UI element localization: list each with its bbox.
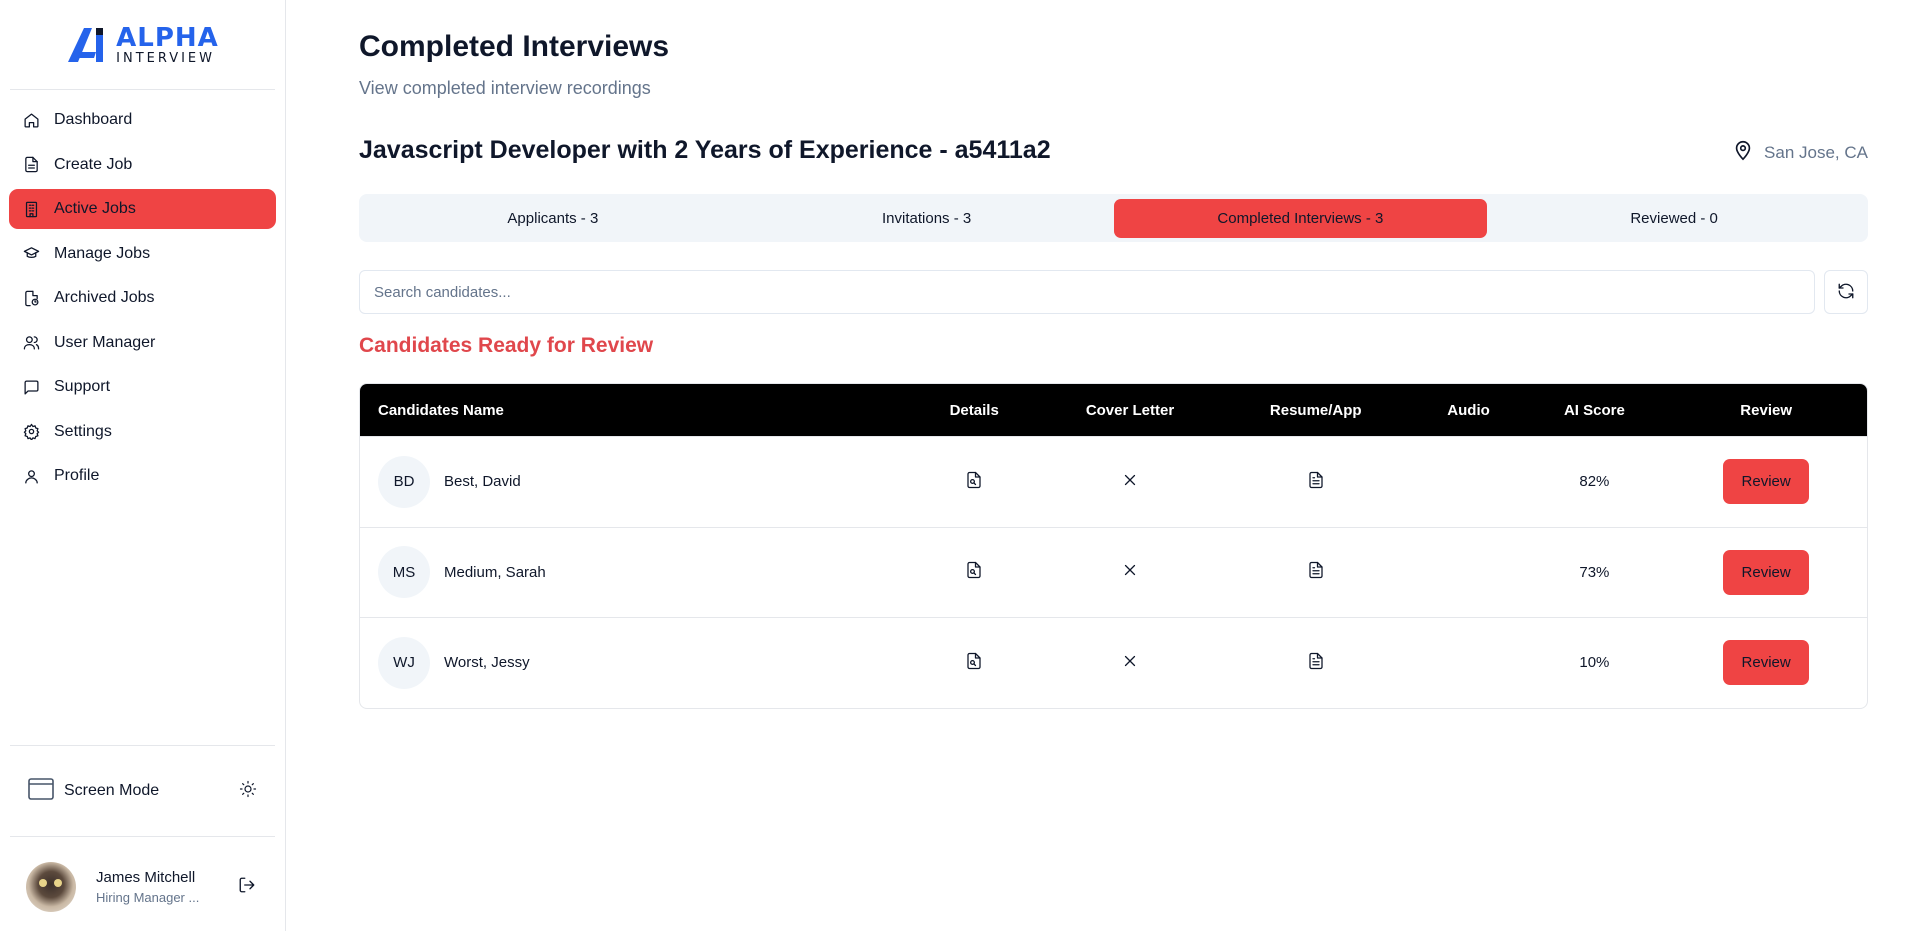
sidebar-item-user-manager[interactable]: User Manager — [9, 323, 276, 363]
resume-icon[interactable] — [1307, 652, 1325, 674]
candidates-table: Candidates Name Details Cover Letter Res… — [359, 383, 1868, 709]
section-title: Candidates Ready for Review — [359, 334, 654, 357]
location-text: San Jose, CA — [1764, 142, 1868, 162]
refresh-icon — [1837, 282, 1855, 303]
review-button[interactable]: Review — [1723, 549, 1810, 595]
resume-icon[interactable] — [1307, 471, 1325, 493]
table-row: WJ Worst, Jessy 10% Review — [360, 617, 1867, 708]
sidebar-item-label: Dashboard — [54, 111, 133, 128]
screen-mode-label: Screen Mode — [64, 782, 160, 799]
header-review: Review — [1740, 401, 1792, 419]
candidate-name: Medium, Sarah — [444, 563, 546, 581]
sidebar-nav: Dashboard Create Job Active Jobs Manage … — [0, 90, 285, 496]
candidate-name: Best, David — [444, 473, 521, 491]
header-details: Details — [949, 401, 999, 419]
sidebar-item-label: Profile — [54, 467, 100, 484]
logo-title: ALPHA — [116, 22, 219, 53]
user-name: James Mitchell — [96, 869, 196, 886]
sidebar-item-label: Support — [54, 378, 111, 395]
tab-invitations[interactable]: Invitations - 3 — [740, 199, 1114, 238]
window-icon — [28, 777, 54, 805]
search-input[interactable] — [359, 270, 1815, 314]
search-row — [359, 270, 1868, 314]
header-candidates-name: Candidates Name — [378, 401, 504, 419]
sidebar-item-active-jobs[interactable]: Active Jobs — [9, 189, 276, 229]
sidebar-item-create-job[interactable]: Create Job — [9, 145, 276, 185]
header-audio: Audio — [1447, 401, 1490, 419]
avatar[interactable] — [26, 862, 76, 912]
gear-icon — [22, 423, 40, 441]
review-button[interactable]: Review — [1723, 640, 1810, 686]
close-icon — [1121, 561, 1139, 583]
sidebar-item-dashboard[interactable]: Dashboard — [9, 100, 276, 140]
ai-score: 10% — [1579, 654, 1610, 672]
sidebar-item-support[interactable]: Support — [9, 367, 276, 407]
header-ai-score: AI Score — [1563, 401, 1625, 419]
user-icon — [22, 467, 40, 485]
sidebar-item-label: Settings — [54, 422, 112, 440]
tab-bar: Applicants - 3 Invitations - 3 Completed… — [359, 194, 1868, 242]
user-card: James Mitchell Hiring Manager ... — [26, 862, 256, 912]
user-role: Hiring Manager ... — [96, 890, 200, 905]
review-button[interactable]: Review — [1723, 459, 1810, 505]
sun-icon[interactable] — [239, 780, 257, 803]
header-cover-letter: Cover Letter — [1085, 401, 1175, 419]
details-icon[interactable] — [965, 561, 983, 583]
refresh-button[interactable] — [1824, 270, 1868, 314]
screen-mode-panel: Screen Mode — [10, 745, 275, 837]
map-pin-icon — [1732, 139, 1754, 166]
sidebar: ALPHA INTERVIEW Dashboard Create Job Act… — [0, 0, 286, 931]
candidate-name: Worst, Jessy — [444, 654, 530, 672]
sidebar-item-manage-jobs[interactable]: Manage Jobs — [9, 234, 276, 274]
page-subtitle: View completed interview recordings — [359, 78, 651, 98]
building-icon — [22, 200, 40, 218]
details-icon[interactable] — [965, 652, 983, 674]
document-icon — [22, 156, 40, 174]
resume-icon[interactable] — [1307, 561, 1325, 583]
sidebar-item-archived-jobs[interactable]: Archived Jobs — [9, 278, 276, 318]
candidate-initials: BD — [378, 455, 430, 508]
sidebar-item-profile[interactable]: Profile — [9, 456, 276, 496]
tab-reviewed[interactable]: Reviewed - 0 — [1487, 199, 1861, 238]
sidebar-item-settings[interactable]: Settings — [9, 412, 276, 452]
candidate-initials: MS — [378, 546, 430, 599]
sidebar-item-label: Manage Jobs — [54, 244, 151, 262]
job-title: Javascript Developer with 2 Years of Exp… — [359, 136, 1051, 164]
users-icon — [22, 334, 40, 352]
tab-completed-interviews[interactable]: Completed Interviews - 3 — [1113, 198, 1488, 238]
table-row: MS Medium, Sarah 73% Review — [360, 526, 1867, 618]
table-row: BD Best, David 82% Review — [360, 436, 1867, 527]
job-location: San Jose, CA — [1732, 139, 1868, 166]
message-icon — [22, 378, 40, 396]
ai-score: 73% — [1579, 563, 1610, 581]
sidebar-item-label: Archived Jobs — [54, 289, 155, 306]
logo-subtitle: INTERVIEW — [116, 50, 216, 66]
details-icon[interactable] — [965, 471, 983, 493]
sidebar-item-label: User Manager — [54, 333, 156, 351]
tab-applicants[interactable]: Applicants - 3 — [366, 199, 740, 238]
sidebar-item-label: Active Jobs — [54, 200, 136, 217]
logout-icon[interactable] — [238, 876, 256, 899]
graduation-cap-icon — [22, 245, 40, 263]
home-icon — [22, 111, 40, 129]
header-resume-app: Resume/App — [1269, 401, 1362, 419]
candidate-initials: WJ — [378, 636, 430, 689]
archive-icon — [22, 289, 40, 307]
ai-score: 82% — [1579, 473, 1610, 491]
logo-mark-icon — [68, 27, 104, 62]
sidebar-item-label: Create Job — [54, 155, 133, 173]
logo[interactable]: ALPHA INTERVIEW — [10, 0, 275, 90]
close-icon — [1121, 471, 1139, 493]
close-icon — [1121, 652, 1139, 674]
table-header: Candidates Name Details Cover Letter Res… — [360, 384, 1867, 436]
page-title: Completed Interviews — [359, 30, 670, 63]
